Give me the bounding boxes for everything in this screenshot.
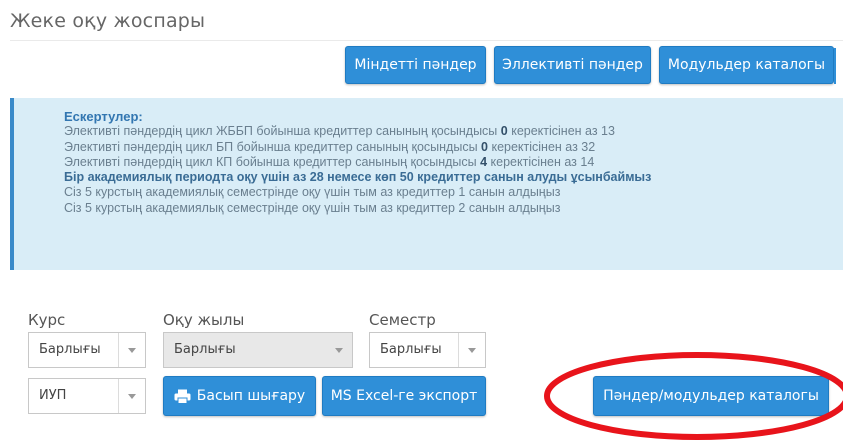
highlight-ellipse: [544, 352, 843, 440]
